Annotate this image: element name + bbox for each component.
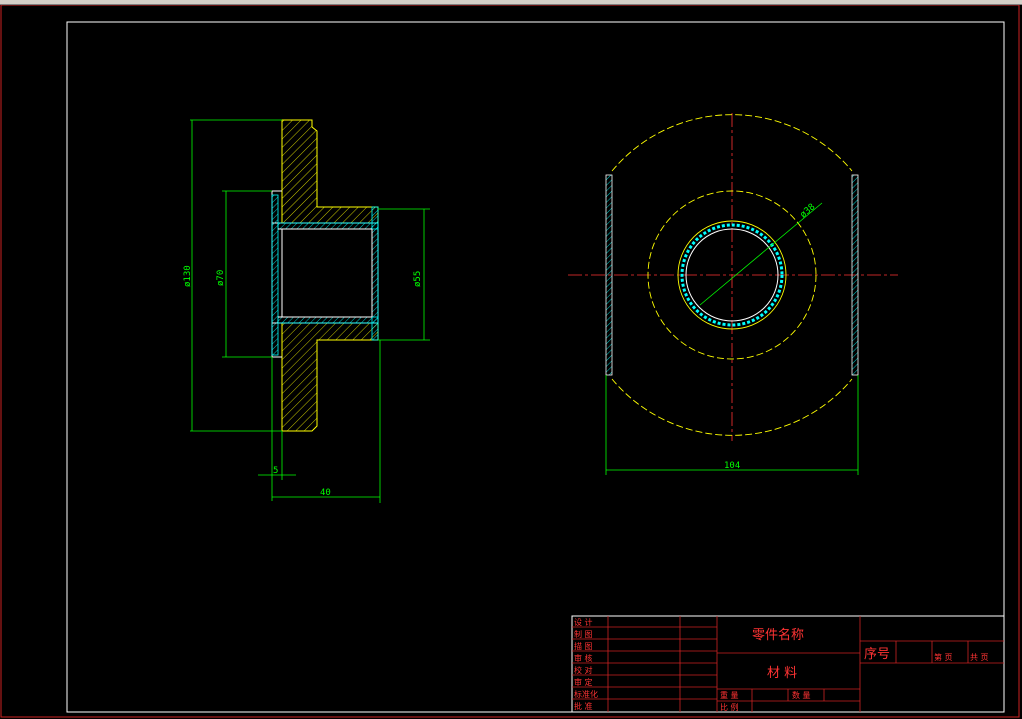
inner-frame [66, 21, 1005, 713]
tb-qty: 数 量 [792, 690, 811, 700]
dim-w104: 104 [724, 461, 740, 471]
tb-sheet-total: 共 页 [970, 653, 989, 662]
tb-label-trace: 描 图 [574, 641, 593, 651]
tb-label-review: 审 核 [574, 653, 593, 663]
tb-seq-no: 序号 [864, 647, 890, 662]
section-view: ø130 ø70 ø55 5 40 [183, 119, 430, 503]
tb-label-approve: 批 准 [574, 701, 593, 711]
tb-part-name: 零件名称 [752, 627, 804, 643]
dim-d55: ø55 [413, 271, 423, 287]
tb-sheet-no: 第 页 [934, 652, 953, 662]
tb-ratio: 比 例 [720, 702, 739, 712]
cad-drawing-canvas: ø130 ø70 ø55 5 40 ø38 104 设 计 制 图 描 图 审 … [0, 5, 1020, 718]
outer-border [0, 5, 1020, 718]
dim-d38: ø38 [799, 202, 818, 220]
title-block: 设 计 制 图 描 图 审 核 校 对 审 定 标准化 批 准 零件名称 材 料… [571, 615, 1005, 713]
tb-label-standard: 标准化 [574, 689, 598, 699]
tb-label-approve-final: 审 定 [574, 677, 593, 687]
flange-upper-section [281, 119, 379, 224]
tb-label-draw: 制 图 [574, 629, 593, 639]
tb-weight: 重 量 [720, 690, 739, 700]
flange-lower-section [281, 322, 379, 432]
dim-w40: 40 [320, 488, 331, 498]
tb-label-check: 校 对 [574, 665, 593, 675]
tb-label-design: 设 计 [574, 617, 593, 627]
dim-w5: 5 [273, 466, 278, 476]
bore-outline [271, 222, 379, 324]
dim-d70: ø70 [216, 270, 226, 286]
dim-d130: ø130 [183, 265, 193, 287]
tb-material: 材 料 [767, 666, 797, 681]
end-view: ø38 104 [568, 113, 898, 475]
